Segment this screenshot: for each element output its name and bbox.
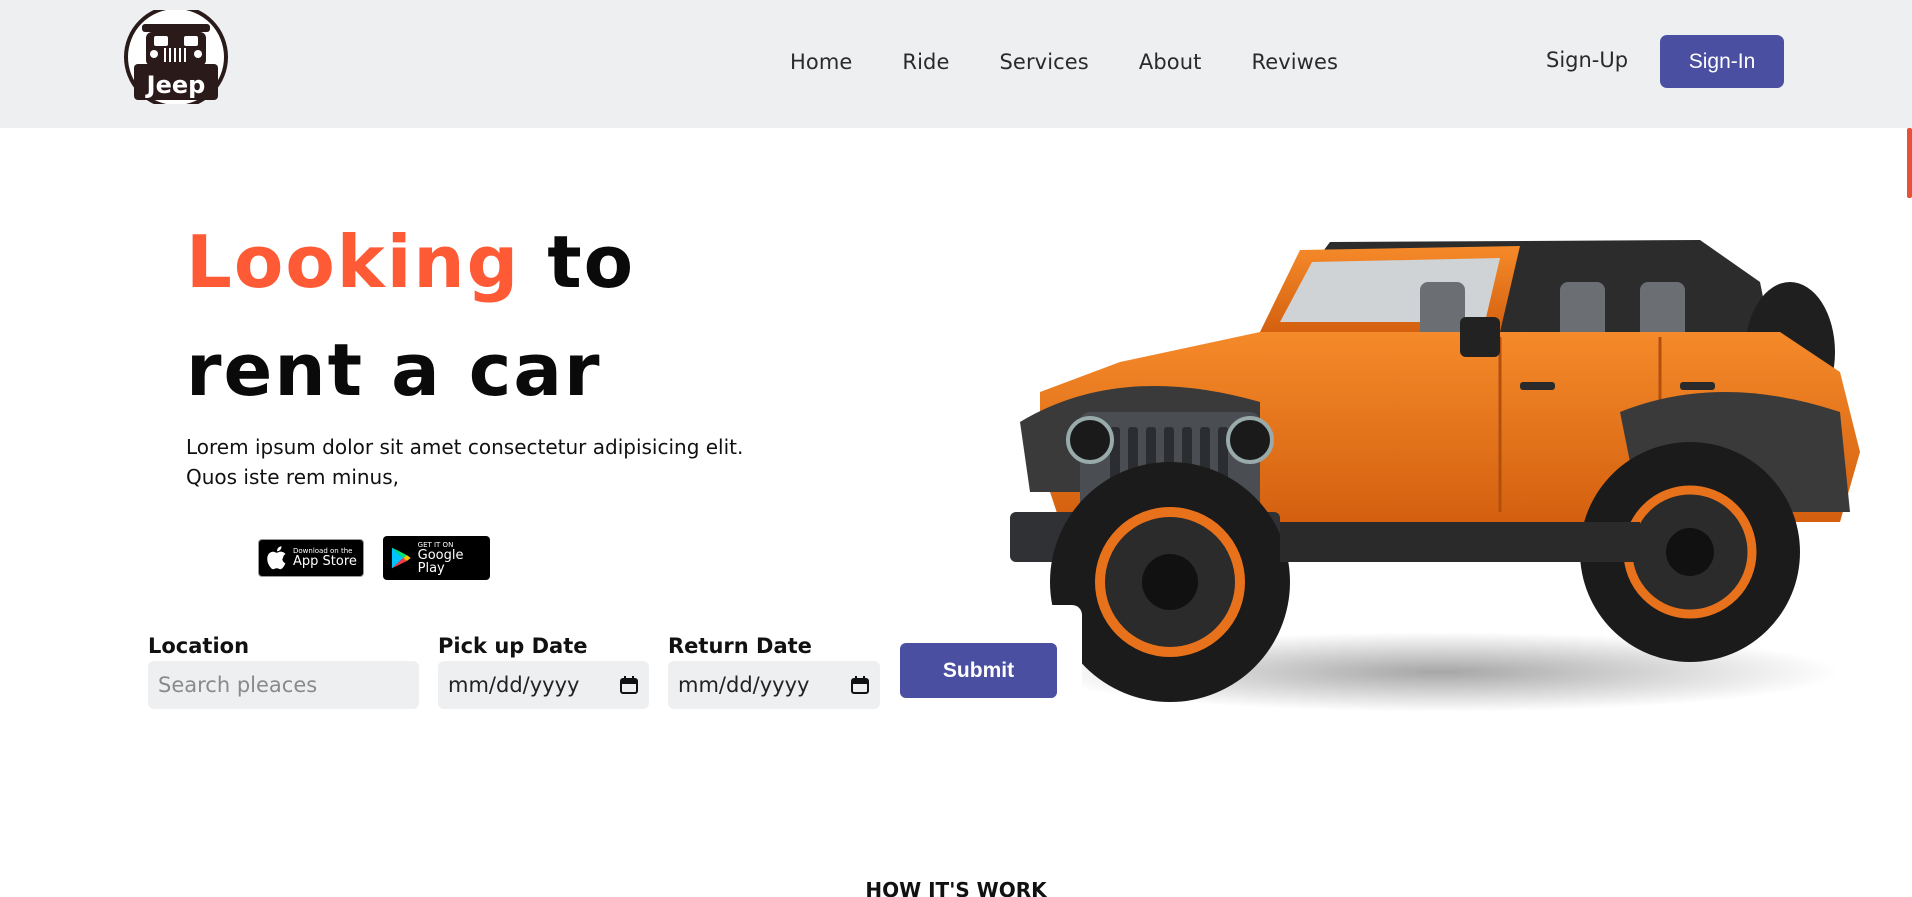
calendar-icon[interactable]: [619, 675, 639, 695]
submit-button[interactable]: Submit: [900, 643, 1057, 698]
return-date-label: Return Date: [668, 634, 812, 658]
main-nav: Home Ride Services About Reviwes: [790, 0, 1388, 124]
google-play-button[interactable]: GET IT ON Google Play: [383, 536, 490, 580]
signup-link[interactable]: Sign-Up: [1546, 48, 1628, 72]
how-it-works-heading: HOW IT'S WORK: [865, 878, 1047, 897]
nav-reviews[interactable]: Reviwes: [1251, 50, 1338, 74]
pickup-date-value: mm/dd/yyyy: [448, 673, 580, 697]
site-header: Jeep Home Ride Services About Reviwes Si…: [0, 0, 1912, 128]
google-play-icon: [391, 547, 411, 569]
google-play-big-text: Google Play: [417, 547, 464, 576]
nav-services[interactable]: Services: [1000, 50, 1089, 74]
pickup-date-label: Pick up Date: [438, 634, 588, 658]
nav-home[interactable]: Home: [790, 50, 852, 74]
jeep-logo[interactable]: Jeep: [124, 10, 228, 104]
logo-text: Jeep: [145, 71, 206, 99]
hero-title-accent: Looking: [186, 220, 521, 304]
nav-about[interactable]: About: [1139, 50, 1202, 74]
pickup-date-input[interactable]: mm/dd/yyyy: [438, 661, 649, 709]
hero-title-rest: to: [520, 220, 636, 304]
location-label: Location: [148, 634, 250, 658]
calendar-icon[interactable]: [850, 675, 870, 695]
jeep-image: [1010, 240, 1860, 712]
location-input[interactable]: [148, 661, 419, 709]
app-store-big-text: App Store: [293, 554, 357, 569]
app-store-button[interactable]: Download on the App Store: [258, 539, 364, 577]
hero-title-line2: rent a car: [186, 328, 602, 412]
hero-description: Lorem ipsum dolor sit amet consectetur a…: [186, 435, 744, 489]
return-date-value: mm/dd/yyyy: [678, 673, 810, 697]
return-date-input[interactable]: mm/dd/yyyy: [668, 661, 880, 709]
signin-button[interactable]: Sign-In: [1660, 35, 1784, 88]
scroll-indicator: [1907, 128, 1912, 198]
nav-ride[interactable]: Ride: [902, 50, 949, 74]
hero-title: Looking to rent a car: [186, 208, 635, 424]
apple-icon: [267, 546, 286, 570]
